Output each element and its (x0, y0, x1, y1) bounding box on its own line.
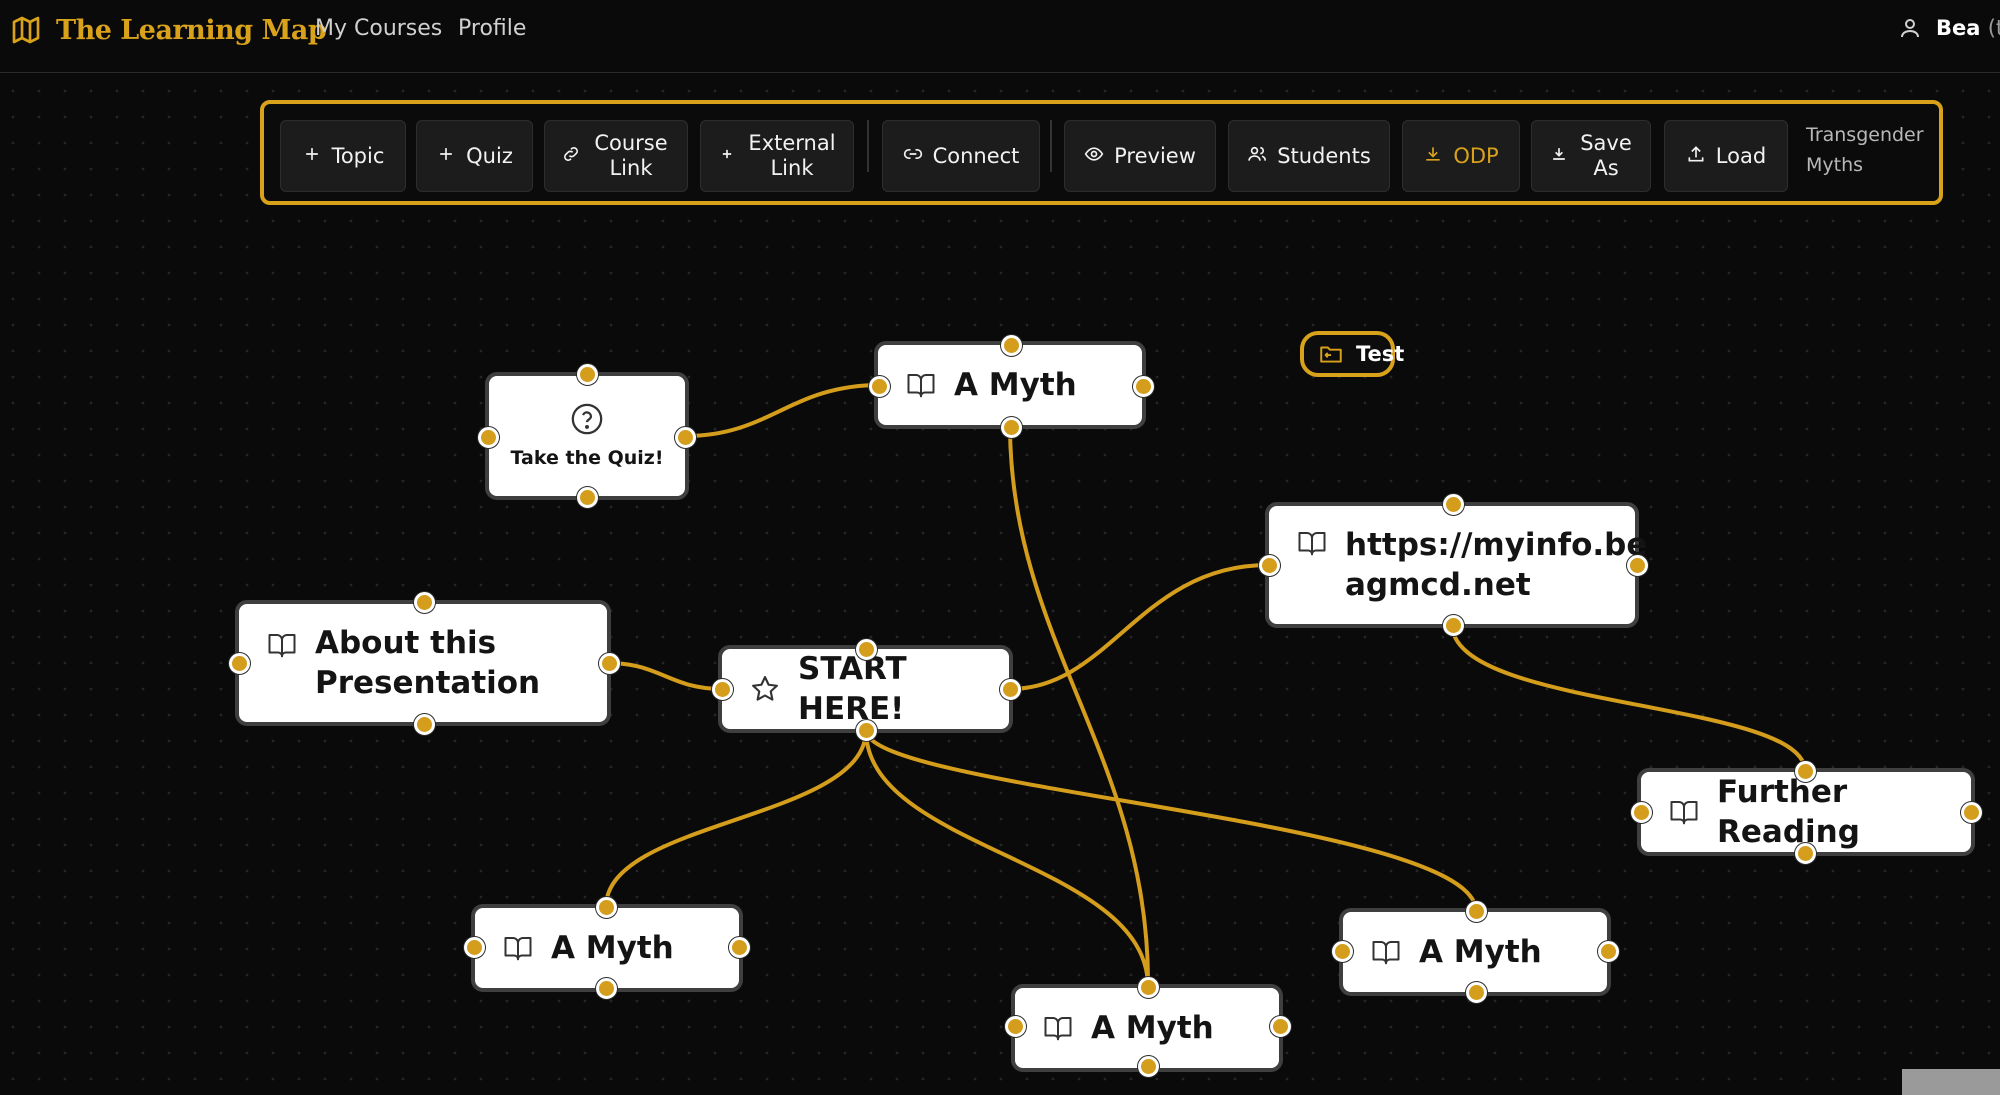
node-further-handle-right[interactable] (1961, 802, 1982, 823)
url-line-2: agmcd.net (1345, 567, 1531, 603)
node-external-url-handle-top[interactable] (1443, 494, 1464, 515)
node-about-handle-top[interactable] (414, 592, 435, 613)
node-start-handle-bottom[interactable] (856, 720, 877, 741)
node-myth-right-handle-right[interactable] (1598, 941, 1619, 962)
node-myth-right-label: A Myth (1419, 934, 1542, 970)
edge-about-to-start[interactable] (607, 661, 723, 691)
node-start-handle-top[interactable] (856, 639, 877, 660)
book-open-icon (267, 630, 297, 660)
node-myth-bottom-handle-bottom[interactable] (1138, 1056, 1159, 1077)
node-myth-left-label: A Myth (551, 930, 674, 966)
node-myth-left-handle-right[interactable] (729, 937, 750, 958)
book-open-icon (1371, 937, 1401, 967)
node-quiz-handle-right[interactable] (675, 427, 696, 448)
node-quiz-label: Take the Quiz! (510, 447, 664, 469)
node-external-url-label: https://myinfo.be agmcd.net (1345, 525, 1647, 605)
node-further-reading-label: Further Reading (1717, 774, 1860, 850)
edge-myth-top-to-myth-bottom[interactable] (1008, 425, 1151, 988)
node-further-handle-left[interactable] (1631, 802, 1652, 823)
node-myth-left-handle-left[interactable] (464, 937, 485, 958)
book-open-icon (906, 370, 936, 400)
book-open-icon (1297, 528, 1327, 558)
node-myth-top-label: A Myth (954, 367, 1077, 403)
minimap-corner[interactable] (1902, 1069, 2000, 1095)
folder-icon (1318, 341, 1344, 367)
node-about-handle-bottom[interactable] (414, 714, 435, 735)
book-open-icon (1669, 797, 1699, 827)
node-external-url-handle-right[interactable] (1627, 555, 1648, 576)
node-about-handle-left[interactable] (229, 653, 250, 674)
node-start-handle-right[interactable] (1000, 679, 1021, 700)
node-folder-test-label: Test (1356, 342, 1405, 366)
node-quiz-handle-top[interactable] (577, 364, 598, 385)
node-further-handle-bottom[interactable] (1795, 843, 1816, 864)
question-circle-icon (570, 402, 604, 436)
node-myth-bottom-handle-right[interactable] (1270, 1016, 1291, 1037)
node-myth-right-handle-top[interactable] (1466, 901, 1487, 922)
book-open-icon (503, 933, 533, 963)
connection-layer (604, 383, 1807, 988)
node-start-here-label: START HERE! (798, 651, 907, 727)
edge-start-to-myth-left[interactable] (604, 729, 868, 908)
node-myth-bottom-label: A Myth (1091, 1010, 1214, 1046)
book-open-icon (1043, 1013, 1073, 1043)
node-folder-test[interactable]: Test (1300, 331, 1404, 377)
node-myth-top-handle-right[interactable] (1133, 376, 1154, 397)
node-start-handle-left[interactable] (712, 679, 733, 700)
edge-quiz-to-myth-top[interactable] (685, 383, 881, 438)
node-myth-bottom-handle-top[interactable] (1138, 977, 1159, 998)
node-about-handle-right[interactable] (599, 653, 620, 674)
node-about-presentation[interactable]: About this Presentation (235, 600, 611, 726)
node-myth-left-handle-bottom[interactable] (596, 978, 617, 999)
star-icon (750, 674, 780, 704)
edge-start-to-myth-right[interactable] (864, 729, 1478, 912)
node-quiz-handle-bottom[interactable] (577, 487, 598, 508)
node-external-url[interactable]: https://myinfo.be agmcd.net (1265, 502, 1647, 628)
node-myth-bottom-handle-left[interactable] (1005, 1016, 1026, 1037)
node-myth-top-handle-bottom[interactable] (1001, 417, 1022, 438)
url-line-1: https://myinfo.be (1345, 527, 1648, 563)
node-about-presentation-label: About this Presentation (315, 625, 541, 701)
node-myth-top-handle-left[interactable] (869, 376, 890, 397)
node-external-url-handle-left[interactable] (1259, 555, 1280, 576)
node-myth-left-handle-top[interactable] (596, 897, 617, 918)
node-quiz-handle-left[interactable] (478, 427, 499, 448)
node-external-url-handle-bottom[interactable] (1443, 615, 1464, 636)
node-quiz[interactable]: Take the Quiz! (485, 372, 689, 500)
edge-url-to-further[interactable] (1450, 623, 1807, 772)
node-myth-top-handle-top[interactable] (1001, 335, 1022, 356)
node-further-handle-top[interactable] (1795, 761, 1816, 782)
node-myth-right-handle-left[interactable] (1332, 941, 1353, 962)
node-myth-right-handle-bottom[interactable] (1466, 982, 1487, 1003)
